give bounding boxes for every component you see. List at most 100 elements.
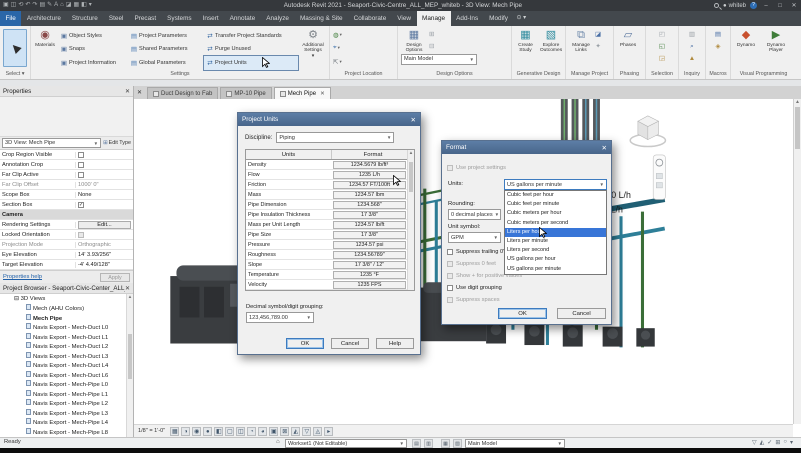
ribbon-tab[interactable]: View <box>392 11 417 26</box>
unit-format-button[interactable]: 1234.5679 lb/ft³ <box>332 161 414 169</box>
ribbon-tab[interactable]: Modify <box>484 11 514 26</box>
ribbon-tab[interactable]: File <box>0 11 21 26</box>
view-control-icon[interactable]: ◉ <box>192 427 201 436</box>
worksets-icon[interactable]: ▤ <box>412 439 421 448</box>
property-row[interactable]: Scope Box None <box>0 190 133 200</box>
qat-icon[interactable]: ✎ <box>47 0 52 11</box>
help-icon[interactable]: ? <box>750 2 757 9</box>
macro-manager-icon[interactable]: ▤ <box>715 29 721 41</box>
unit-row[interactable]: Mass per Unit Length 1234.57 lb/ft <box>246 220 414 230</box>
tree-node-3d-views[interactable]: ⊟ 3D Views <box>0 294 133 304</box>
tree-view-item[interactable]: Navis Export - Mech-Duct L3 <box>0 352 133 362</box>
ok-button[interactable]: OK <box>286 338 324 349</box>
property-row[interactable]: Projection Mode Orthographic <box>0 240 133 250</box>
checkbox[interactable] <box>447 297 453 303</box>
property-value[interactable] <box>76 152 133 158</box>
qat-icon[interactable]: ⟲ <box>18 0 23 11</box>
view-tabs-close-icon[interactable]: ✕ <box>135 87 144 99</box>
help-button[interactable]: Help <box>376 338 414 349</box>
unit-format-button[interactable]: 17 3/8" / 12" <box>332 261 414 269</box>
tree-view-item[interactable]: Navis Export - Mech-Pipe L0 <box>0 380 133 390</box>
property-value[interactable]: None <box>76 192 133 198</box>
view-tab[interactable]: Duct Design to Fab✕ <box>147 87 218 99</box>
property-value[interactable]: -4' 4.49/128" <box>76 262 133 268</box>
property-value[interactable] <box>76 172 133 178</box>
unit-row[interactable]: Mass 1234.57 lbm <box>246 190 414 200</box>
ribbon-tab[interactable]: Manage <box>417 11 451 26</box>
property-row[interactable]: Annotation Crop <box>0 160 133 170</box>
ribbon-tab[interactable]: Massing & Site <box>294 11 348 26</box>
signed-in-user[interactable]: ●whiteb <box>723 3 746 9</box>
unit-row[interactable]: Density 1234.5679 lb/ft³ <box>246 160 414 170</box>
checkbox[interactable] <box>78 172 84 178</box>
property-row[interactable]: Section Box <box>0 200 133 210</box>
view-control-icon[interactable]: ◭ <box>291 427 300 436</box>
unit-row[interactable]: Flow 1235 L/h <box>246 170 414 180</box>
modify-button[interactable]: ▶ <box>3 29 27 67</box>
properties-close-icon[interactable]: ✕ <box>125 88 130 95</box>
qat-icon[interactable]: ↶ <box>25 0 30 11</box>
checkbox[interactable] <box>447 261 453 267</box>
ok-button[interactable]: OK <box>498 308 547 319</box>
search-help-icon[interactable]: ⊙ ▾ <box>516 11 526 26</box>
close-tab-icon[interactable]: ✕ <box>320 91 325 97</box>
ribbon-tab[interactable]: Structure <box>66 11 103 26</box>
home-icon[interactable]: ⌂ <box>276 439 280 445</box>
view-control-icon[interactable]: ▸ <box>324 427 333 436</box>
active-design-option-dropdown[interactable]: Main Model▼ <box>401 54 477 65</box>
view-control-icon[interactable]: ◧ <box>214 427 223 436</box>
coordinates-button[interactable]: ⌖▾ <box>331 42 342 56</box>
view-control-icon[interactable]: ⊠ <box>280 427 289 436</box>
materials-button[interactable]: ◉ Materials <box>32 28 58 48</box>
ribbon-small-button[interactable]: ▤Project Parameters <box>128 29 204 43</box>
project-units-title-bar[interactable]: Project Units ✕ <box>238 113 420 126</box>
view-control-icon[interactable]: ▽ <box>302 427 311 436</box>
tree-view-item[interactable]: Navis Export - Mech-Duct L4 <box>0 361 133 371</box>
qat-icon[interactable]: ◫ <box>11 0 17 11</box>
qat-icon[interactable]: ◧ <box>81 0 87 11</box>
view-scale[interactable]: 1/8" = 1'-0" <box>138 428 165 434</box>
decal-icon[interactable]: ✦ <box>595 41 601 53</box>
cancel-button[interactable]: Cancel <box>557 308 606 319</box>
edit-type-button[interactable]: ⊞Edit Type <box>103 140 131 146</box>
selection-filter-icon[interactable]: ▾ <box>790 439 793 446</box>
dropdown-option[interactable]: Cubic meters per second <box>505 219 606 228</box>
view-control-icon[interactable]: ▦ <box>170 427 179 436</box>
checkbox[interactable] <box>447 273 453 279</box>
qat-icon[interactable]: ▤ <box>39 0 45 11</box>
units-table-scrollbar[interactable]: ▲ <box>407 150 414 290</box>
design-options-edit-icon[interactable]: ▧ <box>453 439 462 448</box>
qat-icon[interactable]: A <box>54 0 58 11</box>
view-tab[interactable]: Mech Pipe✕ <box>274 87 331 99</box>
tree-view-item[interactable]: Navis Export - Mech-Duct L0 <box>0 323 133 333</box>
pick-to-edit-icon[interactable]: ⊟ <box>429 41 434 53</box>
add-to-set-icon[interactable]: ⊞ <box>429 29 434 41</box>
qat-icon[interactable]: ⌂ <box>60 0 64 11</box>
ribbon-small-button[interactable]: ⇄Purge Unused <box>204 43 298 57</box>
unit-row[interactable]: Velocity 1235 FPS <box>246 280 414 290</box>
selection-filter-icon[interactable]: ◭ <box>760 439 765 446</box>
property-value[interactable]: 1000' 0" <box>76 182 133 188</box>
view-tab[interactable]: MP-10 Pipe✕ <box>220 87 271 99</box>
unit-row[interactable]: Pressure 1234.57 psi <box>246 240 414 250</box>
unit-format-button[interactable]: 1235 FPS <box>332 281 414 289</box>
unit-row[interactable]: Pipe Size 17 3/8" <box>246 230 414 240</box>
view-control-icon[interactable]: ◔ <box>247 427 256 436</box>
phases-button[interactable]: ▱ Phases <box>615 28 641 48</box>
selection-filter-icon[interactable]: ✓ <box>767 439 772 446</box>
dropdown-option[interactable]: Liters per minute <box>505 237 606 246</box>
format-option-checkbox[interactable]: Suppress spaces <box>447 294 607 306</box>
property-row[interactable]: Camera <box>0 210 133 220</box>
property-row[interactable]: Crop Region Visible <box>0 150 133 160</box>
property-row[interactable]: Far Clip Active <box>0 170 133 180</box>
ribbon-small-button[interactable]: ▣Project Information <box>58 56 128 70</box>
active-design-option-dropdown[interactable]: Main Model▼ <box>465 439 565 448</box>
active-workset-dropdown[interactable]: Workset1 (Not Editable)▼ <box>285 439 407 448</box>
checkbox[interactable] <box>447 165 453 171</box>
design-options-icon[interactable]: ▦ <box>441 439 450 448</box>
tree-view-item[interactable]: Navis Export - Mech-Pipe L4 <box>0 418 133 428</box>
canvas-scrollbar[interactable]: ▲ <box>793 99 801 424</box>
ribbon-small-button[interactable]: ▤Global Parameters <box>128 56 204 70</box>
property-row[interactable]: Far Clip Offset 1000' 0" <box>0 180 133 190</box>
ribbon-tab[interactable]: Systems <box>162 11 198 26</box>
